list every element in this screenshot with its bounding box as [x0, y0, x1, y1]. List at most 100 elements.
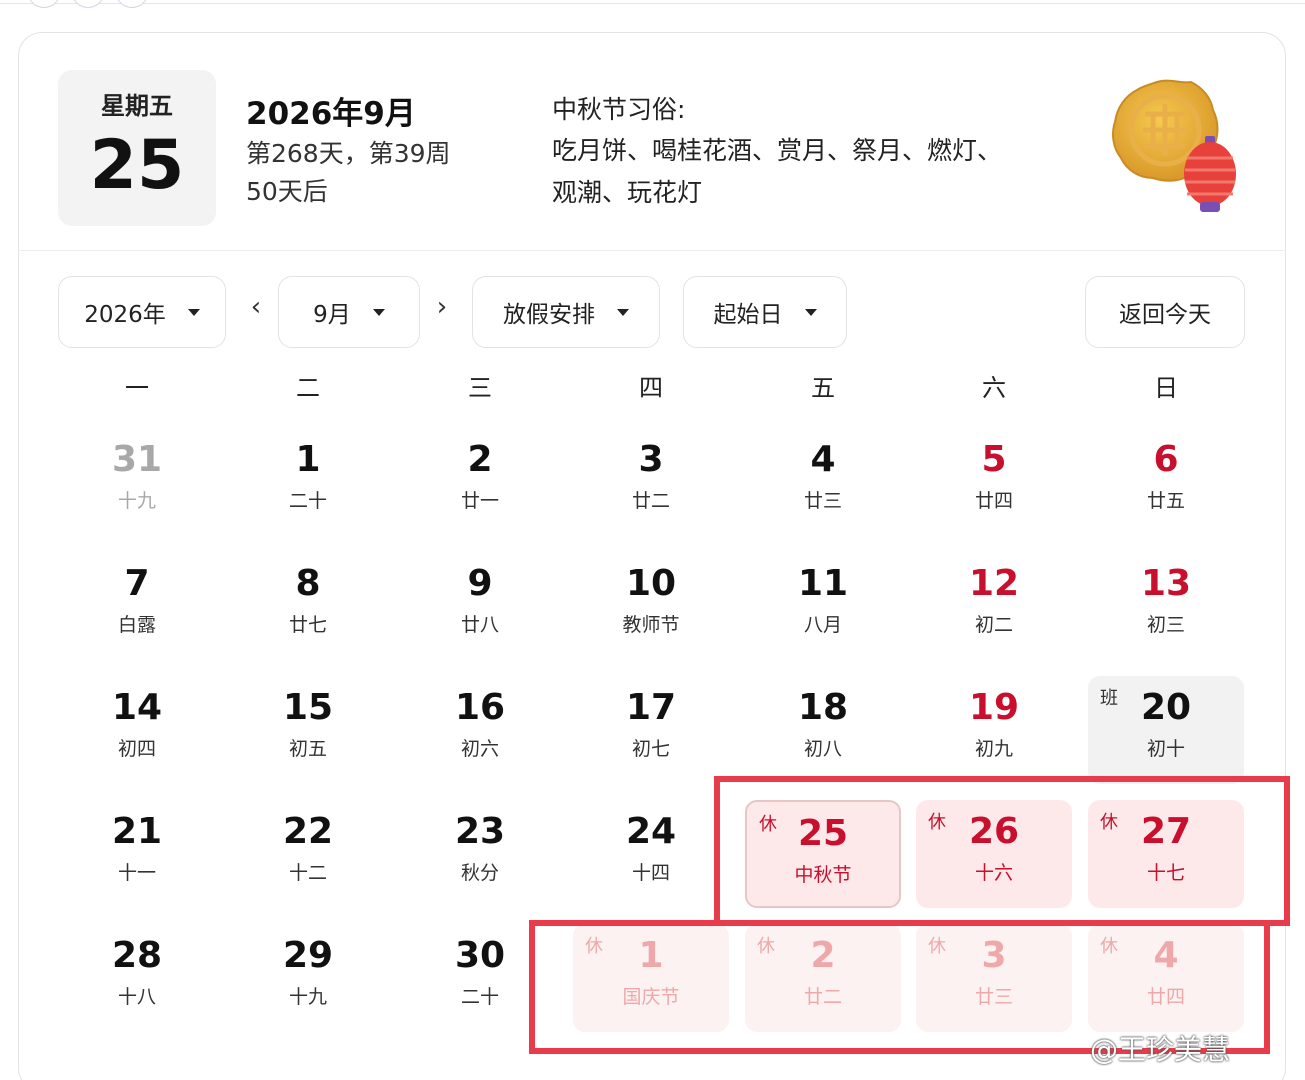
calendar-day-cell[interactable]: 1 二十 [230, 428, 386, 536]
calendar-day-cell[interactable]: 31 十九 [59, 428, 215, 536]
caret-down-icon [372, 308, 385, 316]
selected-date-box: 星期五 25 [58, 70, 216, 226]
lunar-date: 廿二 [631, 490, 670, 512]
calendar-day-cell[interactable]: 11 八月 [745, 552, 901, 660]
lunar-date: 初八 [803, 738, 842, 760]
calendar-day-cell[interactable]: 14 初四 [59, 676, 215, 784]
day-number: 20 [1140, 687, 1192, 728]
back-to-today-button[interactable]: 返回今天 [1085, 276, 1245, 348]
day-number: 7 [124, 563, 150, 604]
day-number: 2 [467, 439, 493, 480]
calendar-day-cell[interactable]: 7 白露 [59, 552, 215, 660]
festival-customs-title: 中秋节习俗: [552, 95, 686, 124]
calendar-day-cell[interactable]: 13 初三 [1088, 552, 1244, 660]
lunar-date: 初十 [1146, 738, 1185, 760]
day-number: 1 [295, 439, 321, 480]
calendar-day-cell[interactable]: 21 十一 [59, 800, 215, 908]
lunar-date: 二十 [288, 490, 327, 512]
caret-down-icon [804, 308, 817, 316]
calendar-day-cell[interactable]: 23 秋分 [402, 800, 558, 908]
header-divider [18, 250, 1286, 251]
caret-down-icon [187, 308, 200, 316]
top-divider [0, 0, 1305, 4]
day-number: 24 [625, 811, 677, 852]
weekday-header: 三 [468, 374, 492, 402]
weekday-label: 星期五 [101, 92, 173, 120]
day-number: 21 [111, 811, 163, 852]
selected-day-number: 25 [89, 126, 185, 205]
calendar-day-cell[interactable]: 4 廿三 [745, 428, 901, 536]
day-number: 31 [111, 439, 163, 480]
lunar-date: 十九 [117, 490, 156, 512]
lunar-date: 初九 [974, 738, 1013, 760]
calendar-day-cell[interactable]: 12 初二 [916, 552, 1072, 660]
calendar-day-cell[interactable]: 17 初七 [573, 676, 729, 784]
mid-autumn-highlight-box [714, 776, 1290, 926]
day-number: 28 [111, 935, 163, 976]
day-number: 10 [625, 563, 677, 604]
weekday-header: 四 [639, 374, 663, 402]
day-number: 22 [282, 811, 334, 852]
holiday-select[interactable]: 放假安排 [472, 276, 660, 348]
calendar-day-cell[interactable]: 3 廿二 [573, 428, 729, 536]
day-number: 3 [638, 439, 664, 480]
weekday-header: 六 [982, 374, 1006, 402]
lunar-date: 廿一 [460, 490, 499, 512]
calendar-day-cell[interactable]: 5 廿四 [916, 428, 1072, 536]
day-number: 23 [454, 811, 506, 852]
day-number: 16 [454, 687, 506, 728]
calendar-day-cell[interactable]: 15 初五 [230, 676, 386, 784]
lunar-date: 初四 [117, 738, 156, 760]
calendar-day-cell[interactable]: 10 教师节 [573, 552, 729, 660]
day-of-year: 第268天，第39周 [246, 139, 451, 168]
calendar-day-cell[interactable]: 2 廿一 [402, 428, 558, 536]
lunar-date: 初七 [631, 738, 670, 760]
lunar-date: 八月 [803, 614, 842, 636]
lunar-date: 廿五 [1146, 490, 1185, 512]
lunar-date: 初五 [288, 738, 327, 760]
year-select-label: 2026年 [84, 302, 166, 328]
day-number: 12 [968, 563, 1020, 604]
day-number: 17 [625, 687, 677, 728]
lunar-date: 廿三 [803, 490, 842, 512]
festival-customs-text: 吃月饼、喝桂花酒、赏月、祭月、燃灯、观潮、玩花灯 [552, 136, 1003, 207]
prev-month-icon[interactable]: ‹ [244, 292, 268, 322]
calendar-day-cell[interactable]: 19 初九 [916, 676, 1072, 784]
calendar-day-cell[interactable]: 8 廿七 [230, 552, 386, 660]
top-decoration [28, 0, 148, 8]
lunar-date: 十四 [631, 862, 670, 884]
lunar-date: 十九 [288, 986, 327, 1008]
watermark: @王珍美慧 [1090, 1033, 1231, 1066]
calendar-day-cell[interactable]: 6 廿五 [1088, 428, 1244, 536]
day-number: 13 [1140, 563, 1192, 604]
lunar-date: 廿四 [974, 490, 1013, 512]
countdown-text: 50天后 [246, 177, 328, 206]
lunar-date: 十二 [288, 862, 327, 884]
calendar-day-cell[interactable]: 班 20 初十 [1088, 676, 1244, 784]
day-number: 29 [282, 935, 334, 976]
calendar-day-cell[interactable]: 16 初六 [402, 676, 558, 784]
lunar-date: 白露 [117, 614, 156, 636]
calendar-day-cell[interactable]: 9 廿八 [402, 552, 558, 660]
weekday-header: 二 [296, 374, 320, 402]
lunar-date: 教师节 [622, 614, 680, 636]
weekday-header: 一 [125, 374, 149, 402]
lunar-date: 十八 [117, 986, 156, 1008]
calendar-day-cell[interactable]: 18 初八 [745, 676, 901, 784]
month-select[interactable]: 9月 [278, 276, 420, 348]
day-number: 19 [968, 687, 1020, 728]
start-day-select[interactable]: 起始日 [683, 276, 847, 348]
day-number: 6 [1153, 439, 1179, 480]
lunar-date: 初二 [974, 614, 1013, 636]
calendar-day-cell[interactable]: 24 十四 [573, 800, 729, 908]
year-select[interactable]: 2026年 [58, 276, 226, 348]
calendar-day-cell[interactable]: 22 十二 [230, 800, 386, 908]
calendar-day-cell[interactable]: 29 十九 [230, 924, 386, 1032]
weekday-header: 五 [811, 374, 835, 402]
lunar-date: 初六 [460, 738, 499, 760]
start-day-select-label: 起始日 [713, 302, 783, 328]
caret-down-icon [617, 308, 629, 316]
calendar-day-cell[interactable]: 28 十八 [59, 924, 215, 1032]
next-month-icon[interactable]: › [430, 292, 454, 322]
day-number: 5 [981, 439, 1007, 480]
